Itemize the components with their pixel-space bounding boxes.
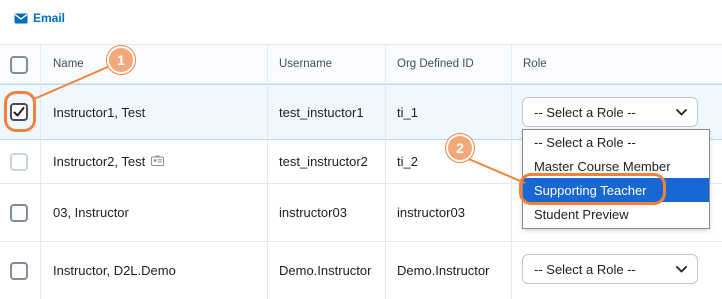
callout-badge: 2 xyxy=(446,134,474,162)
callout-highlight-ring xyxy=(519,173,666,205)
callout-highlight-ring xyxy=(4,91,36,132)
callout-badge: 1 xyxy=(107,46,135,74)
callout-connectors xyxy=(33,65,526,184)
